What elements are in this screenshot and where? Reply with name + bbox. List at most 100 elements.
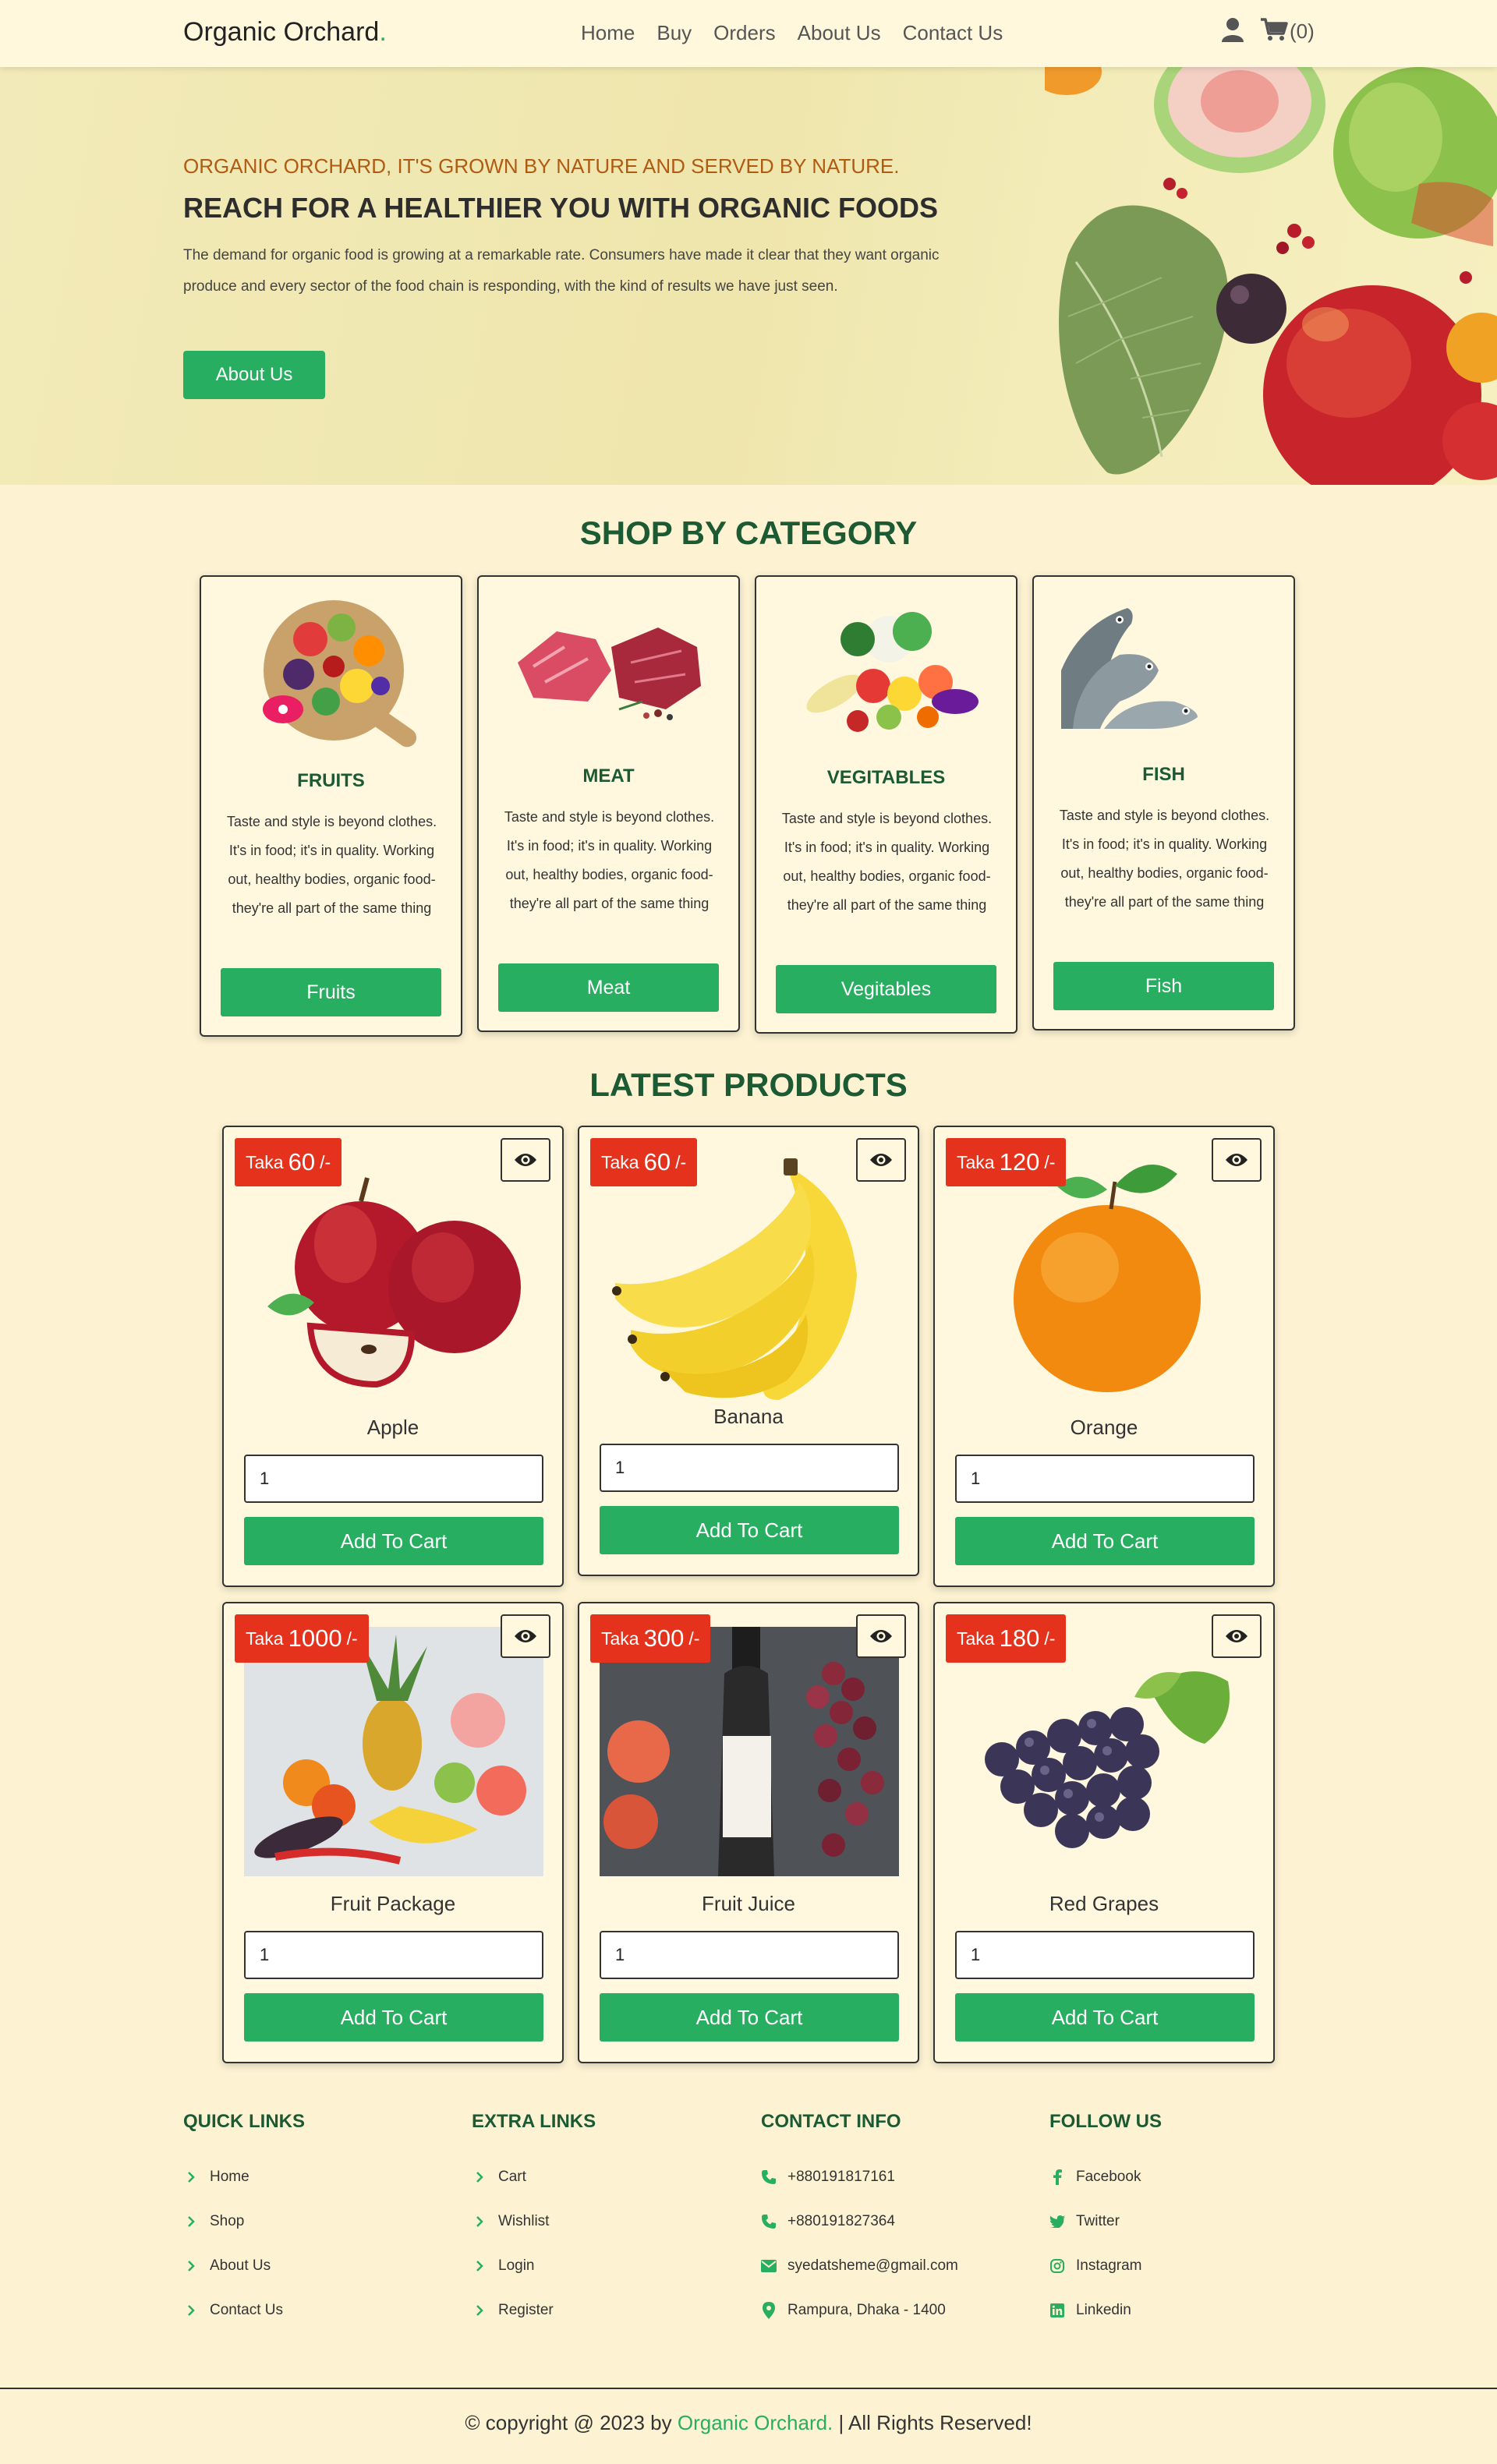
fruit-juice-image <box>600 1627 899 1876</box>
fruits-button[interactable]: Fruits <box>221 968 441 1016</box>
product-card-fruit-juice: Fruit Juice Add To Cart Taka300/- <box>578 1602 919 2063</box>
chevron-right-icon <box>472 2215 487 2228</box>
category-title: FRUITS <box>297 770 365 791</box>
nav-buy[interactable]: Buy <box>656 21 692 45</box>
map-marker-icon <box>761 2301 777 2319</box>
cart-button[interactable]: (0) <box>1260 17 1315 46</box>
vegitables-image <box>806 612 979 732</box>
footer-link-home[interactable]: Home <box>183 2155 441 2199</box>
quick-view-button[interactable] <box>501 1138 550 1182</box>
envelope-icon <box>761 2259 777 2272</box>
product-card-red-grapes: Red Grapes Add To Cart Taka180/- <box>933 1602 1275 2063</box>
category-description: Taste and style is beyond clothes. It's … <box>226 814 437 916</box>
footer-contact-info: CONTACT INFO +880191817161 +880191827364… <box>761 2111 1018 2332</box>
quick-view-button[interactable] <box>856 1138 906 1182</box>
footer-link-about-us[interactable]: About Us <box>183 2243 441 2288</box>
footer-heading: CONTACT INFO <box>761 2111 901 2132</box>
footer-link-login[interactable]: Login <box>472 2243 729 2288</box>
price-badge: Taka 60/- <box>235 1138 342 1186</box>
hero-fruit-image <box>1045 67 1497 485</box>
add-to-cart-button[interactable]: Add To Cart <box>600 1993 899 2042</box>
footer-address: Rampura, Dhaka - 1400 <box>761 2288 1018 2332</box>
footer-link-cart[interactable]: Cart <box>472 2155 729 2199</box>
footer-instagram-link[interactable]: Instagram <box>1049 2243 1307 2288</box>
footer-phone-2[interactable]: +880191827364 <box>761 2199 1018 2243</box>
chevron-right-icon <box>472 2304 487 2317</box>
quantity-input[interactable] <box>955 1455 1255 1503</box>
category-title: FISH <box>1142 764 1185 785</box>
footer-heading: FOLLOW US <box>1049 2111 1162 2132</box>
product-name: Banana <box>713 1405 784 1428</box>
add-to-cart-button[interactable]: Add To Cart <box>600 1506 899 1554</box>
quantity-input[interactable] <box>600 1444 899 1492</box>
footer-link-wishlist[interactable]: Wishlist <box>472 2199 729 2243</box>
meat-button[interactable]: Meat <box>498 963 719 1012</box>
category-description: Taste and style is beyond clothes. It's … <box>504 809 715 911</box>
fruits-image <box>263 600 417 748</box>
price-badge: Taka 120/- <box>946 1138 1067 1186</box>
user-icon[interactable] <box>1221 17 1244 46</box>
copyright-brand-link[interactable]: Organic Orchard. <box>678 2411 833 2434</box>
chevron-right-icon <box>183 2215 199 2228</box>
phone-icon <box>761 2214 777 2229</box>
quick-view-button[interactable] <box>1212 1138 1262 1182</box>
footer-facebook-link[interactable]: Facebook <box>1049 2155 1307 2199</box>
hero-tagline: ORGANIC ORCHARD, IT'S GROWN BY NATURE AN… <box>183 154 900 178</box>
footer-phone-1[interactable]: +880191817161 <box>761 2155 1018 2199</box>
quantity-input[interactable] <box>244 1931 543 1979</box>
product-name: Fruit Juice <box>702 1892 795 1915</box>
hero-banner: ORGANIC ORCHARD, IT'S GROWN BY NATURE AN… <box>0 67 1497 485</box>
nav-home[interactable]: Home <box>581 21 635 45</box>
product-card-fruit-package: Fruit Package Add To Cart Taka1000/- <box>222 1602 564 2063</box>
chevron-right-icon <box>183 2171 199 2183</box>
nav-about-us[interactable]: About Us <box>798 21 881 45</box>
quantity-input[interactable] <box>244 1455 543 1503</box>
add-to-cart-button[interactable]: Add To Cart <box>955 1993 1255 2042</box>
footer-link-shop[interactable]: Shop <box>183 2199 441 2243</box>
footer-email[interactable]: syedatsheme@gmail.com <box>761 2243 1018 2288</box>
add-to-cart-button[interactable]: Add To Cart <box>955 1517 1255 1565</box>
product-card-banana: Banana Add To Cart Taka60/- <box>578 1126 919 1576</box>
quick-view-button[interactable] <box>501 1614 550 1658</box>
quick-view-button[interactable] <box>856 1614 906 1658</box>
hero-about-us-button[interactable]: About Us <box>183 351 325 399</box>
product-name: Apple <box>366 1416 419 1439</box>
cart-icon <box>1260 17 1288 46</box>
site-logo[interactable]: Organic Orchard. <box>183 17 387 48</box>
category-title: MEAT <box>582 765 635 787</box>
quick-view-button[interactable] <box>1212 1614 1262 1658</box>
eye-icon <box>1226 1154 1248 1166</box>
add-to-cart-button[interactable]: Add To Cart <box>244 1517 543 1565</box>
category-card-meat: MEAT Taste and style is beyond clothes. … <box>477 575 740 1032</box>
linkedin-icon <box>1049 2303 1065 2317</box>
eye-icon <box>870 1154 892 1166</box>
chevron-right-icon <box>472 2171 487 2183</box>
footer-twitter-link[interactable]: Twitter <box>1049 2199 1307 2243</box>
hero-title: REACH FOR A HEALTHIER YOU WITH ORGANIC F… <box>183 192 938 224</box>
category-card-vegitables: VEGITABLES Taste and style is beyond clo… <box>755 575 1017 1034</box>
add-to-cart-button[interactable]: Add To Cart <box>244 1993 543 2042</box>
quantity-input[interactable] <box>600 1931 899 1979</box>
vegitables-button[interactable]: Vegitables <box>776 965 996 1013</box>
footer-divider <box>0 2388 1497 2389</box>
footer-link-register[interactable]: Register <box>472 2288 729 2332</box>
nav-contact-us[interactable]: Contact Us <box>903 21 1003 45</box>
phone-icon <box>761 2169 777 2185</box>
footer-quick-links: QUICK LINKS Home Shop About Us Contact U… <box>183 2111 441 2332</box>
price-badge: Taka 60/- <box>590 1138 698 1186</box>
fish-button[interactable]: Fish <box>1053 962 1274 1010</box>
category-description: Taste and style is beyond clothes. It's … <box>1059 808 1270 910</box>
footer-heading: EXTRA LINKS <box>472 2111 596 2132</box>
shop-by-category-title: SHOP BY CATEGORY <box>579 514 918 551</box>
fruit-package-image <box>244 1627 543 1876</box>
footer-follow-us: FOLLOW US Facebook Twitter Instagram Lin… <box>1049 2111 1307 2332</box>
quantity-input[interactable] <box>955 1931 1255 1979</box>
facebook-icon <box>1049 2169 1065 2185</box>
product-name: Red Grapes <box>1049 1892 1159 1915</box>
site-header: Organic Orchard. Home Buy Orders About U… <box>0 0 1497 67</box>
footer-linkedin-link[interactable]: Linkedin <box>1049 2288 1307 2332</box>
footer-link-contact-us[interactable]: Contact Us <box>183 2288 441 2332</box>
chevron-right-icon <box>183 2260 199 2272</box>
orange-image <box>1014 1165 1201 1392</box>
nav-orders[interactable]: Orders <box>713 21 775 45</box>
